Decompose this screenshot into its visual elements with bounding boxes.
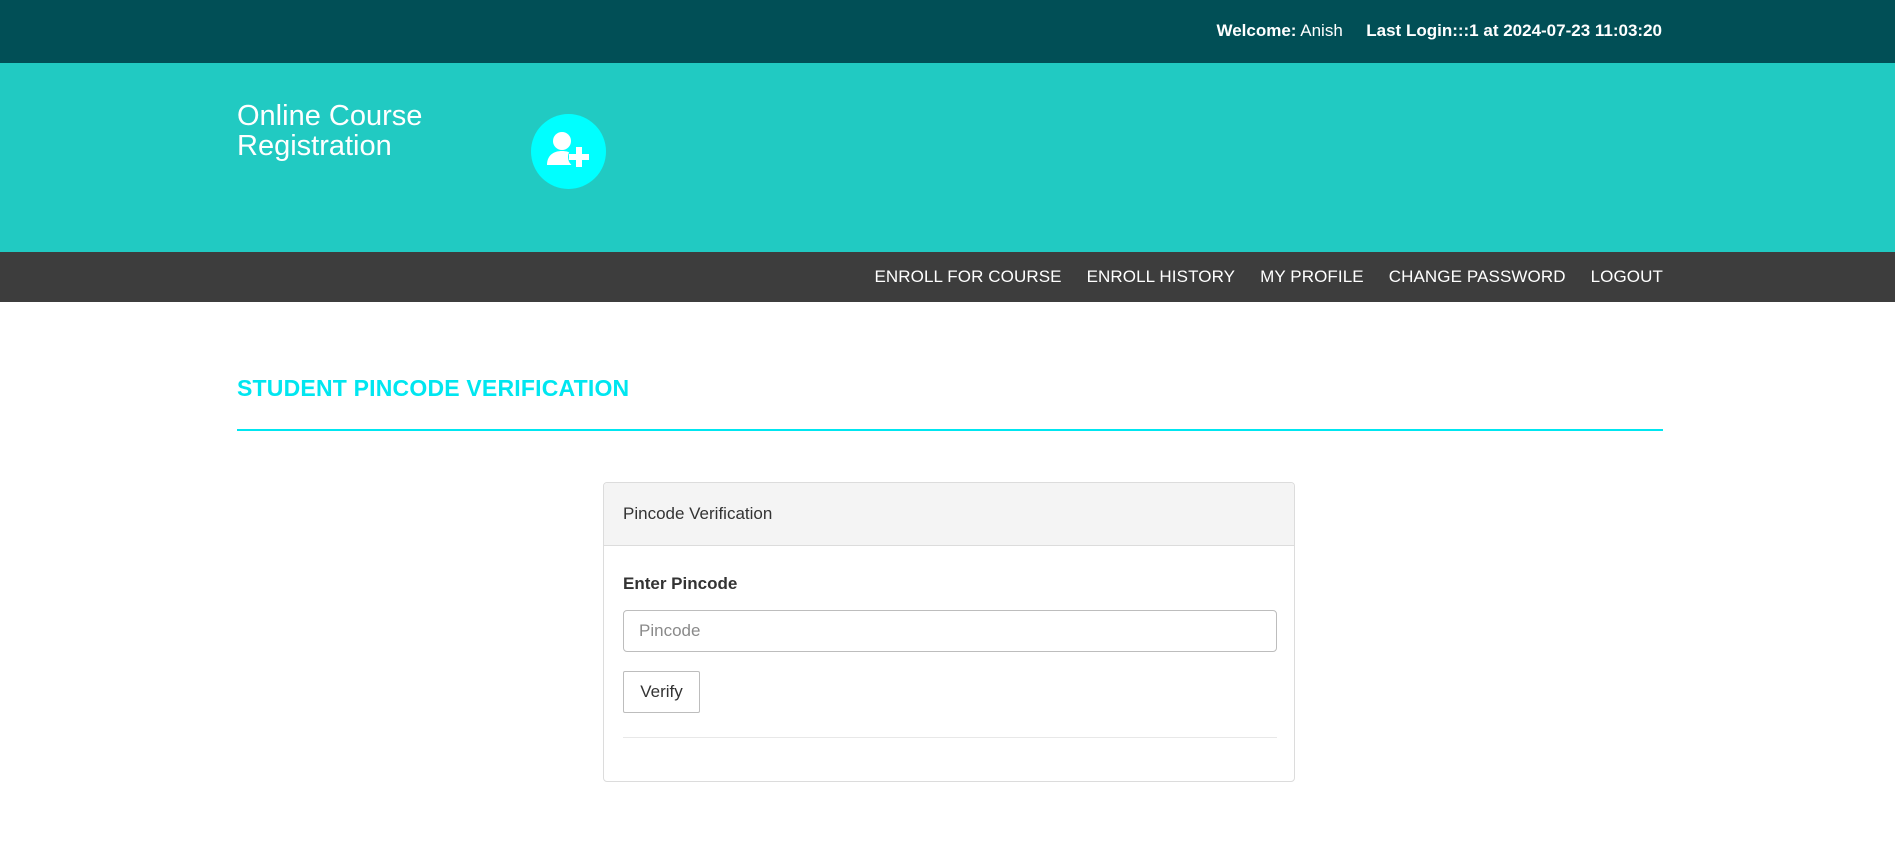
pincode-panel: Pincode Verification Enter Pincode Verif… — [603, 482, 1295, 782]
welcome-label: Welcome: — [1216, 21, 1297, 40]
nav-menu: ENROLL FOR COURSE ENROLL HISTORY MY PROF… — [849, 252, 1663, 302]
nav-change-password[interactable]: CHANGE PASSWORD — [1389, 267, 1566, 287]
heading-divider — [237, 429, 1663, 431]
panel-title: Pincode Verification — [604, 483, 1294, 546]
top-info-bar: Welcome: Anish Last Login:::1 at 2024-07… — [0, 0, 1895, 63]
verify-button[interactable]: Verify — [623, 671, 700, 713]
nav-logout[interactable]: LOGOUT — [1591, 267, 1663, 287]
site-title-line-1: Online Course — [237, 100, 423, 132]
page-title: STUDENT PINCODE VERIFICATION — [237, 375, 630, 401]
last-login-text: Last Login:::1 at 2024-07-23 11:03:20 — [1366, 21, 1662, 40]
panel-divider — [623, 737, 1277, 738]
logo — [531, 114, 606, 189]
user-plus-icon — [547, 132, 590, 168]
nav-enroll-history[interactable]: ENROLL HISTORY — [1087, 267, 1235, 287]
nav-enroll-for-course[interactable]: ENROLL FOR COURSE — [874, 267, 1061, 287]
site-header: Online Course Registration — [0, 63, 1895, 252]
site-title: Online Course Registration — [237, 101, 477, 161]
main-navbar: ENROLL FOR COURSE ENROLL HISTORY MY PROF… — [0, 252, 1895, 302]
site-title-line-2: Registration — [237, 130, 392, 162]
pincode-label: Enter Pincode — [623, 574, 738, 593]
pincode-input[interactable] — [623, 610, 1277, 652]
login-info: Welcome: Anish Last Login:::1 at 2024-07… — [1216, 21, 1662, 41]
user-name: Anish — [1300, 21, 1343, 40]
nav-my-profile[interactable]: MY PROFILE — [1260, 267, 1364, 287]
